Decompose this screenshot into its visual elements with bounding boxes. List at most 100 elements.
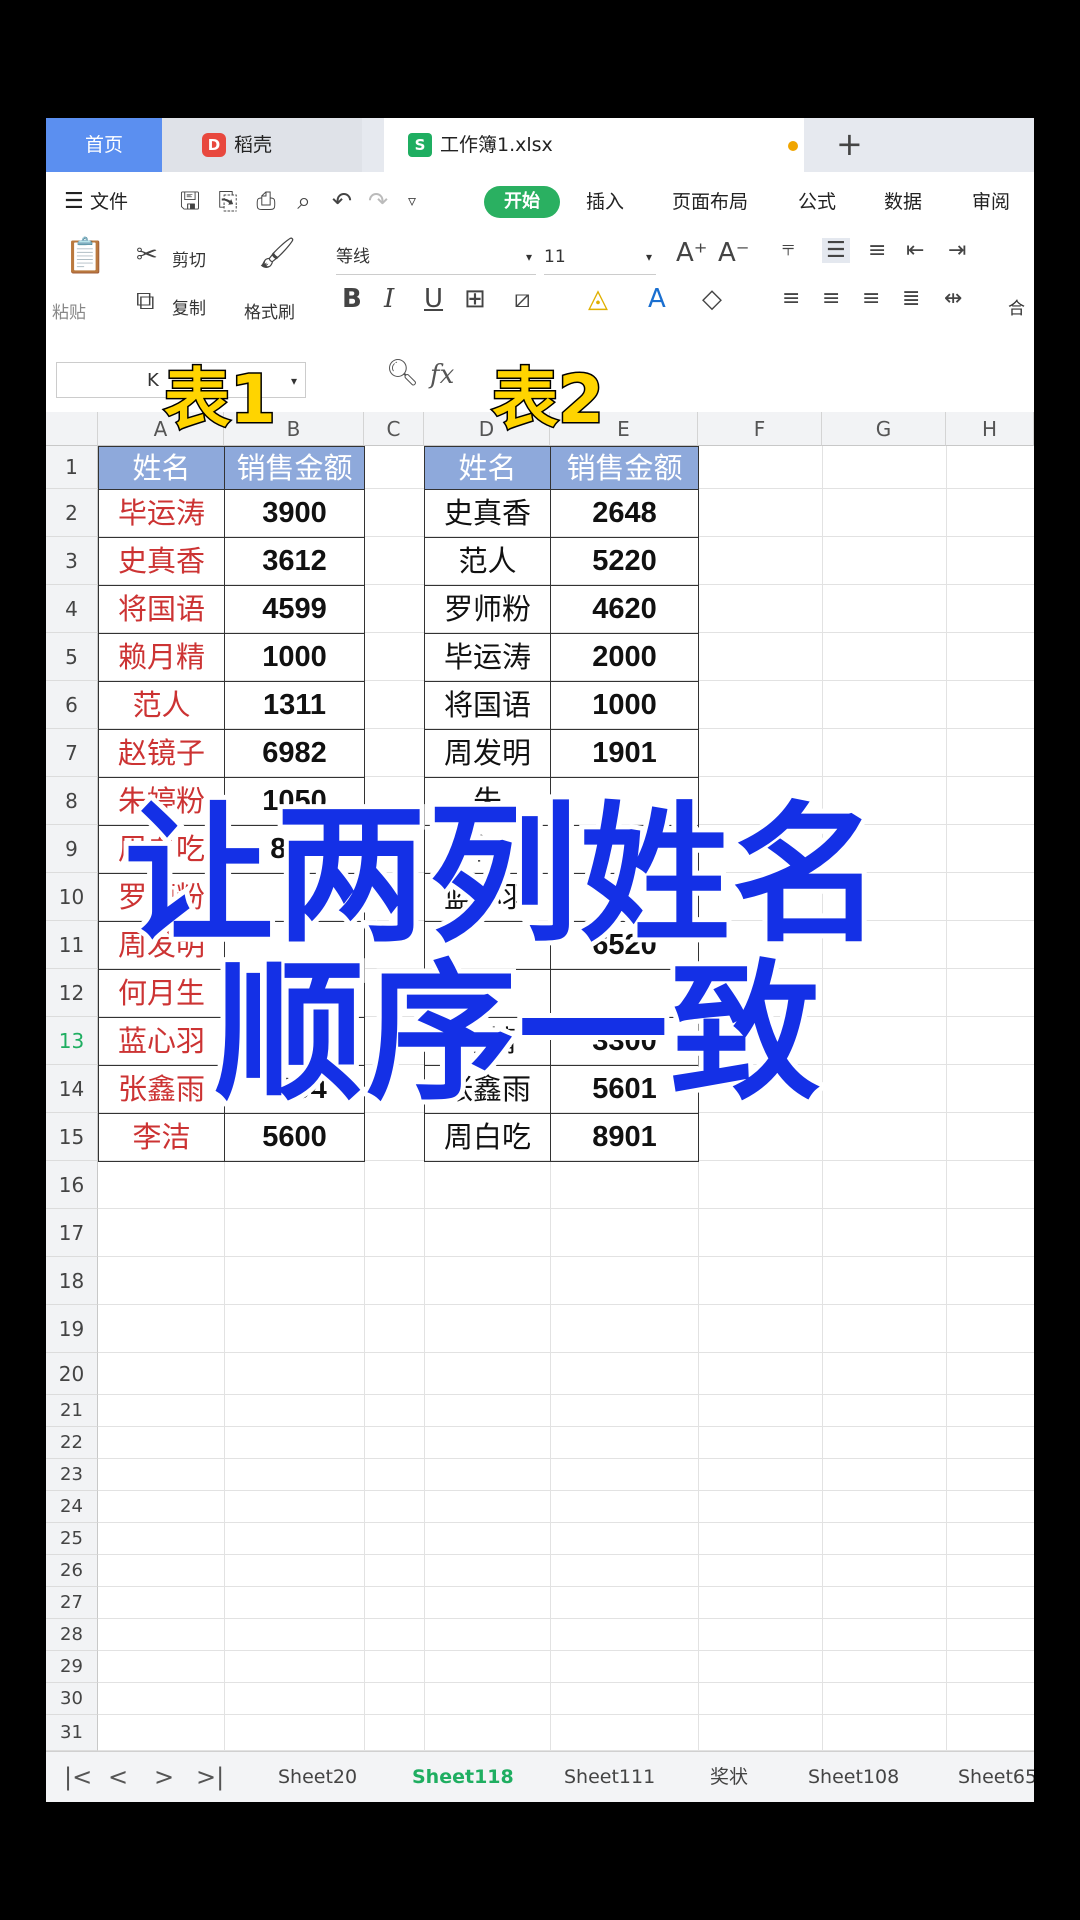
row-header-5[interactable]: 5 <box>46 633 98 681</box>
export-icon[interactable]: ⎘ <box>214 184 242 218</box>
table1-amount-cell[interactable]: 1311 <box>224 681 365 730</box>
table1-name-cell[interactable]: 蓝心羽 <box>98 1017 225 1066</box>
align-center-icon[interactable]: ≡ <box>822 286 840 311</box>
row-header-22[interactable]: 22 <box>46 1427 98 1459</box>
table1-amount-cell[interactable]: 3612 <box>224 537 365 586</box>
row-header-7[interactable]: 7 <box>46 729 98 777</box>
hamburger-icon[interactable]: ☰ <box>64 172 84 232</box>
print-preview-icon[interactable]: ⌕ <box>290 184 318 218</box>
column-header-f[interactable]: F <box>698 412 822 446</box>
table2-name-cell[interactable]: 罗师粉 <box>424 585 551 634</box>
row-header-19[interactable]: 19 <box>46 1305 98 1353</box>
table2-amount-cell[interactable]: 5220 <box>550 537 699 586</box>
row-header-25[interactable]: 25 <box>46 1523 98 1555</box>
zoom-search-icon[interactable]: 🔍︎ <box>386 358 419 388</box>
merge-button[interactable]: 合 <box>1008 294 1025 319</box>
next-sheet-icon[interactable]: > <box>154 1752 174 1802</box>
row-header-4[interactable]: 4 <box>46 585 98 633</box>
row-header-9[interactable]: 9 <box>46 825 98 873</box>
ribbon-tab-insert[interactable]: 插入 <box>586 172 624 232</box>
table1-name-cell[interactable]: 何月生 <box>98 969 225 1018</box>
ribbon-tab-formulas[interactable]: 公式 <box>798 172 836 232</box>
align-bottom-icon[interactable]: ≡ <box>868 238 886 263</box>
align-top-icon[interactable]: ⫧ <box>782 236 794 261</box>
font-color-icon[interactable]: A <box>648 284 666 314</box>
copy-icon[interactable]: ⧉ <box>136 286 155 317</box>
redo-icon[interactable]: ↷ <box>364 184 392 218</box>
table1-name-cell[interactable]: 范人 <box>98 681 225 730</box>
sheet-tab[interactable]: Sheet108 <box>808 1752 899 1802</box>
table1-amount-cell[interactable]: 3900 <box>224 489 365 538</box>
cut-button[interactable]: 剪切 <box>172 246 206 271</box>
fill-color-icon[interactable]: ◬ <box>588 284 608 314</box>
table1-name-cell[interactable]: 张鑫雨 <box>98 1065 225 1114</box>
select-all-corner[interactable] <box>46 412 98 446</box>
table2-header-cell[interactable]: 姓名 <box>424 446 551 490</box>
column-header-g[interactable]: G <box>822 412 946 446</box>
row-header-23[interactable]: 23 <box>46 1459 98 1491</box>
row-header-30[interactable]: 30 <box>46 1683 98 1715</box>
row-header-21[interactable]: 21 <box>46 1395 98 1427</box>
ribbon-tab-page-layout[interactable]: 页面布局 <box>672 172 748 232</box>
italic-icon[interactable]: I <box>384 284 394 314</box>
sheet-tab[interactable]: 奖状 <box>710 1752 748 1802</box>
tab-document[interactable]: S 工作簿1.xlsx <box>384 118 804 172</box>
format-painter-button[interactable]: 格式刷 <box>244 298 295 323</box>
table2-amount-cell[interactable]: 1000 <box>550 681 699 730</box>
last-sheet-icon[interactable]: >| <box>196 1752 224 1802</box>
table2-header-cell[interactable]: 销售金额 <box>550 446 699 490</box>
table1-amount-cell[interactable]: 4599 <box>224 585 365 634</box>
font-size-select[interactable]: 11 ▾ <box>544 240 656 275</box>
row-header-27[interactable]: 27 <box>46 1587 98 1619</box>
align-right-icon[interactable]: ≡ <box>862 286 880 311</box>
table2-amount-cell[interactable]: 2648 <box>550 489 699 538</box>
row-header-24[interactable]: 24 <box>46 1491 98 1523</box>
row-header-6[interactable]: 6 <box>46 681 98 729</box>
print-icon[interactable]: ⎙ <box>252 184 280 218</box>
table2-name-cell[interactable]: 范人 <box>424 537 551 586</box>
first-sheet-icon[interactable]: |< <box>64 1752 92 1802</box>
table2-amount-cell[interactable]: 2000 <box>550 633 699 682</box>
cell-style-icon[interactable]: ⧄ <box>514 284 531 315</box>
align-left-icon[interactable]: ≡ <box>782 286 800 311</box>
table2-amount-cell[interactable]: 4620 <box>550 585 699 634</box>
decrease-indent-icon[interactable]: ⇤ <box>906 238 924 263</box>
scissors-icon[interactable]: ✂ <box>136 240 158 270</box>
table1-header-cell[interactable]: 姓名 <box>98 446 225 490</box>
quick-access-dropdown-icon[interactable]: ▿ <box>398 184 426 218</box>
increase-font-icon[interactable]: A⁺ <box>676 238 708 268</box>
row-header-18[interactable]: 18 <box>46 1257 98 1305</box>
border-icon[interactable]: ⊞ <box>464 284 486 314</box>
table1-name-cell[interactable]: 赖月精 <box>98 633 225 682</box>
row-header-14[interactable]: 14 <box>46 1065 98 1113</box>
format-painter-icon[interactable]: 🖌 <box>258 236 296 271</box>
tab-daoke[interactable]: D 稻壳 <box>162 118 362 172</box>
menu-file[interactable]: 文件 <box>90 172 128 232</box>
row-header-13[interactable]: 13 <box>46 1017 98 1065</box>
table1-name-cell[interactable]: 李洁 <box>98 1113 225 1162</box>
tab-home[interactable]: 首页 <box>46 118 162 172</box>
table2-name-cell[interactable]: 毕运涛 <box>424 633 551 682</box>
row-header-26[interactable]: 26 <box>46 1555 98 1587</box>
row-header-12[interactable]: 12 <box>46 969 98 1017</box>
fx-button[interactable]: fx <box>430 360 454 390</box>
new-tab-button[interactable]: + <box>836 118 863 170</box>
table1-name-cell[interactable]: 毕运涛 <box>98 489 225 538</box>
align-middle-icon[interactable]: ☰ <box>822 238 850 263</box>
sheet-tab-active[interactable]: Sheet118 <box>412 1752 514 1802</box>
bold-icon[interactable]: B <box>342 284 362 314</box>
row-header-1[interactable]: 1 <box>46 446 98 489</box>
table1-header-cell[interactable]: 销售金额 <box>224 446 365 490</box>
ribbon-tab-start[interactable]: 开始 <box>484 186 560 218</box>
paste-button[interactable]: 粘贴 <box>52 298 86 323</box>
sheet-tab[interactable]: Sheet65 <box>958 1752 1034 1802</box>
row-header-29[interactable]: 29 <box>46 1651 98 1683</box>
row-header-10[interactable]: 10 <box>46 873 98 921</box>
row-header-17[interactable]: 17 <box>46 1209 98 1257</box>
ribbon-tab-review[interactable]: 审阅 <box>972 172 1010 232</box>
underline-icon[interactable]: U <box>424 284 443 314</box>
column-header-h[interactable]: H <box>946 412 1034 446</box>
paste-icon[interactable]: 📋 <box>64 236 106 276</box>
distributed-align-icon[interactable]: ⇹ <box>944 286 962 311</box>
row-header-2[interactable]: 2 <box>46 489 98 537</box>
